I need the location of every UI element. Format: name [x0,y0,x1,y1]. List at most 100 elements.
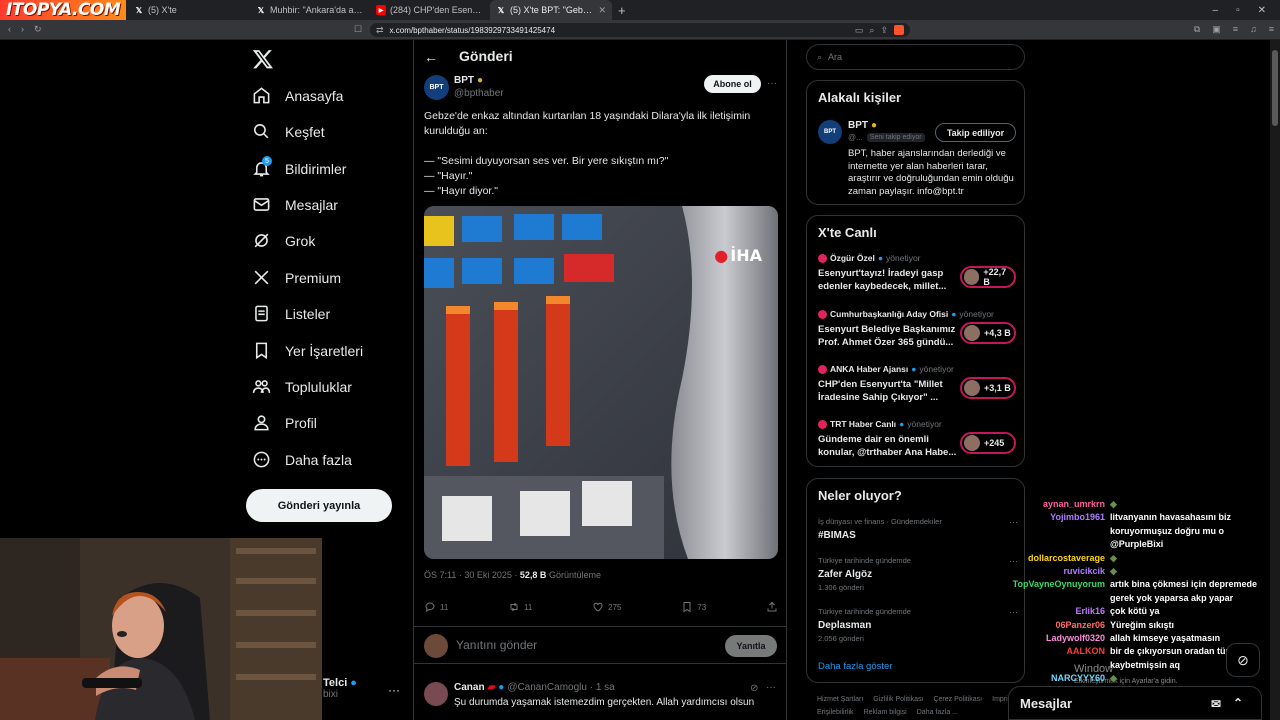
new-message-icon[interactable]: ✉ [1211,697,1221,711]
chat-username: Ladywolf0320 [1045,633,1105,644]
grok-explain-icon[interactable]: ⊘ [750,683,758,694]
site-info-icon[interactable]: ⇄ [376,25,384,36]
post-button[interactable]: Gönderi yayınla [246,489,392,522]
following-button[interactable]: Takip ediliyor [935,123,1016,142]
trend-item[interactable]: Türkiye tarihinde gündemde Deplasman 2.056… [818,607,1018,643]
author-name[interactable]: BPT ● [454,75,483,86]
grok-icon [254,233,269,248]
forward-icon[interactable]: › [21,24,24,35]
post-header: ← Gönderi [414,40,786,74]
footer-link[interactable]: Erişilebilirlik [817,709,854,716]
post-more-icon[interactable]: ··· [767,78,777,89]
zoom-icon[interactable]: ⌕ [869,25,874,36]
url-field[interactable]: ⇄ x.com/bpthaber/status/1983929733491425… [370,23,910,37]
reply-button[interactable]: Yanıtla [725,635,777,657]
subscribe-button[interactable]: Abone ol [704,75,761,93]
nav-explore[interactable]: Keşfet [252,122,325,141]
browser-tab[interactable]: 𝕏 Muhbir: "Ankara'da alkol [250,0,370,20]
chat-message: 06Panzer06 Yüreğim sıkıştı [1000,619,1272,632]
footer-link[interactable]: Daha fazla ... [917,709,958,716]
reply-input[interactable]: Yanıtını gönder [456,638,537,652]
post-detail-column: ← Gönderi BPT BPT ● @bpthaber Abone ol ··… [413,40,787,720]
nav-premium[interactable]: Premium [252,268,341,287]
verified-icon: ● [498,682,505,693]
related-user-bio: BPT, haber ajanslarından derlediği ve in… [848,148,1014,197]
browser-tab[interactable]: ▶(284) CHP'den Esenyurt'ta "Millet İra [370,0,490,20]
youtube-favicon-icon: ▶ [376,5,386,15]
live-item[interactable]: ANKA Haber Ajansı ● yönetiyor CHP'den Esen… [818,364,1018,403]
menu-icon[interactable]: ≡ [1233,24,1238,35]
avatar [818,419,827,429]
close-window-icon[interactable]: ✕ [1258,5,1266,16]
reload-icon[interactable]: ↻ [34,24,42,35]
minimize-icon[interactable]: – [1213,5,1219,16]
chat-username: aynan_umrkrn [1042,499,1105,509]
reply-author: Canan ▰ ● @CananCamoglu · 1 sa [454,682,615,693]
avatar[interactable]: BPT [818,120,842,144]
nav-bookmarks[interactable]: Yer İşaretleri [252,341,363,360]
home-icon [253,87,270,104]
new-tab-icon[interactable]: + [612,3,632,18]
chat-username: dollarcostaverage [1027,552,1105,563]
post-text: Gebze'de enkaz altından kurtarılan 18 ya… [424,110,751,197]
live-item[interactable]: Özgür Özel ● yönetiyor Esenyurt'tayız! İra… [818,253,1018,292]
nav-notifications[interactable]: 5 Bildirimler [252,156,346,178]
live-item[interactable]: TRT Haber Canlı ● yönetiyor Gündeme dair e… [818,419,1018,458]
current-user[interactable]: Telci ● bixi [323,677,357,700]
repost-action[interactable]: 11 [508,601,532,613]
extension-icon[interactable]: ⧉ [1194,24,1200,35]
like-action[interactable]: 275 [592,601,622,613]
browser-tab-active[interactable]: 𝕏(5) X'te BPT: "Gebze'de enkaz✕ [490,0,612,20]
notification-badge: 5 [262,156,272,166]
reply-more-icon[interactable]: ··· [766,682,776,693]
nav-communities[interactable]: Topluluklar [252,377,352,396]
post-video[interactable]: ● İHA [424,206,778,559]
screen-icon[interactable]: ▭ [855,25,864,36]
chat-username: Yojimbo1961 [1050,512,1105,523]
trend-item[interactable]: Türkiye tarihinde gündemde Zafer Algöz 1.3… [818,556,1018,592]
show-more-link[interactable]: Daha fazla göster [818,661,892,672]
nav-home[interactable]: Anasayfa [252,86,343,105]
footer-link[interactable]: Gizlilik Politikası [873,696,923,703]
wallet-icon[interactable]: ▣ [1212,24,1221,35]
page-title: Gönderi [459,48,513,64]
nav-profile[interactable]: Profil [252,413,317,432]
x-logo-icon[interactable] [252,48,274,70]
bookmark-action[interactable]: 73 [681,601,706,613]
messages-drawer[interactable]: Mesajlar ✉ ⌃ [1008,686,1262,720]
live-item[interactable]: Cumhurbaşkanlığı Aday Ofisi ● yönetiyor Es… [818,309,1018,348]
brave-shield-icon[interactable] [894,25,904,35]
reply-action[interactable]: 11 [424,601,448,613]
nav-messages[interactable]: Mesajlar [252,195,338,214]
nav-lists[interactable]: Listeler [252,304,330,323]
author-avatar[interactable]: BPT [424,75,449,100]
chat-text: çok kötü ya [1110,606,1160,617]
media-icon[interactable]: ♫ [1250,24,1257,35]
footer-link[interactable]: Çerez Politikası [933,696,982,703]
nav-grok[interactable]: Grok [252,231,315,250]
footer-link[interactable]: Reklam bilgisi [864,709,907,716]
browser-tab[interactable]: 𝕏 (5) X'te [128,0,250,20]
trend-item[interactable]: İş dünyası ve finans · Gündemdekiler #BIM… [818,517,1018,541]
footer-link[interactable]: Hizmet Şartları [817,696,863,703]
grok-floating-button[interactable]: ⊘ [1226,643,1260,677]
account-more-icon[interactable]: ··· [388,683,400,697]
close-tab-icon[interactable]: ✕ [598,5,606,16]
search-input[interactable]: ⌕ Ara [806,44,1025,70]
related-user-name[interactable]: BPT ● [848,120,877,131]
share-icon[interactable]: ⇪ [880,25,888,36]
share-action[interactable] [766,601,778,613]
author-handle[interactable]: @bpthaber [454,88,504,99]
profile-icon [254,415,269,431]
back-arrow-icon[interactable]: ← [424,49,438,65]
listener-count: +245 [960,432,1016,454]
browser-tab-bar: 𝕏 (5) X'te 𝕏 Muhbir: "Ankara'da alkol ▶ (28… [0,0,1280,20]
back-icon[interactable]: ‹ [8,24,11,35]
x-favicon-icon: 𝕏 [257,5,265,15]
panel-title: Alakalı kişiler [818,90,902,105]
maximize-icon[interactable]: ▫ [1236,5,1240,16]
bookmark-page-icon[interactable]: ☐ [354,24,362,35]
menu-dots-icon[interactable]: ≡ [1269,24,1274,35]
expand-up-icon[interactable]: ⌃ [1233,696,1243,710]
nav-more[interactable]: Daha fazla [252,450,352,469]
